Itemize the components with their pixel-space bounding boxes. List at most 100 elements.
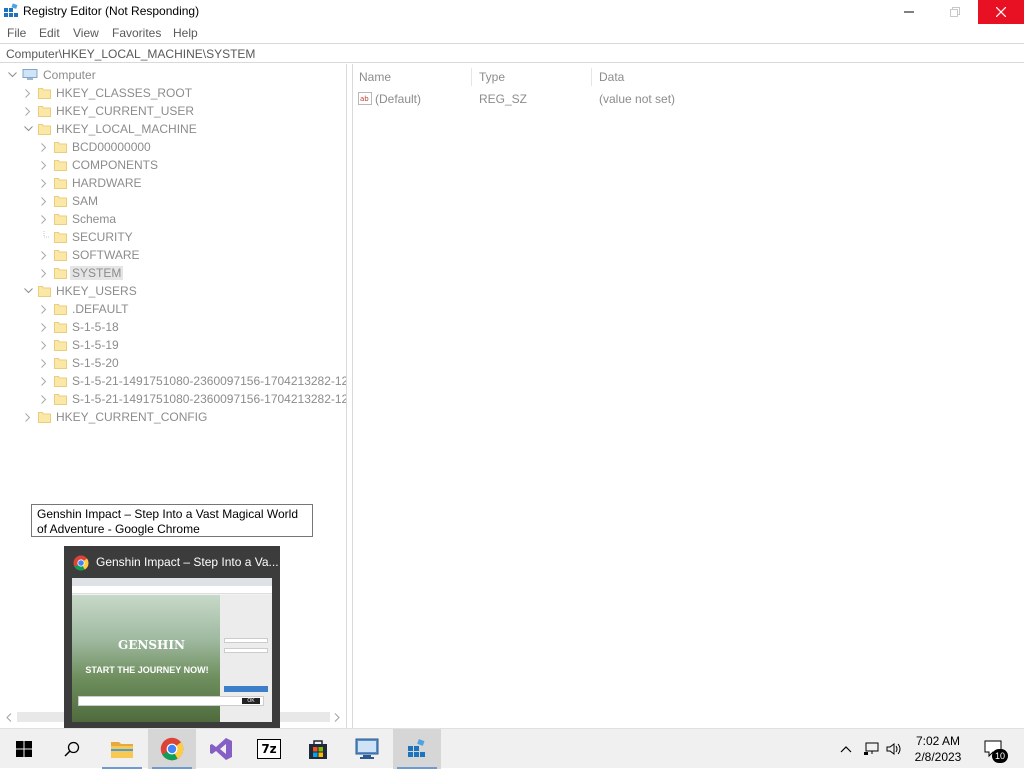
tree-item-label: HKEY_USERS [56,284,137,298]
taskbar-regedit[interactable] [393,729,441,769]
taskbar-tooltip: Genshin Impact – Step Into a Vast Magica… [31,504,313,537]
tree-item[interactable]: HKEY_CURRENT_CONFIG [22,408,207,426]
tree-item[interactable]: .DEFAULT [38,300,128,318]
column-header-type[interactable]: Type [479,70,505,84]
tree-item[interactable]: COMPONENTS [38,156,158,174]
thumbnail-title: Genshin Impact – Step Into a Va... [96,555,279,569]
chevron-right-icon[interactable] [38,195,50,207]
tree-item-label: SYSTEM [70,266,124,280]
folder-icon [111,742,133,758]
tree-item[interactable]: S-1-5-18 [38,318,119,336]
taskbar-chrome[interactable] [148,729,196,769]
chevron-down-icon[interactable] [6,69,18,81]
menu-edit[interactable]: Edit [39,26,60,40]
title-bar[interactable]: Registry Editor (Not Responding) [0,0,1024,24]
tree-root-computer[interactable]: Computer [6,66,96,84]
show-hidden-icons-button[interactable] [836,729,856,769]
folder-icon [54,304,67,315]
minimize-button[interactable] [886,0,932,24]
chevron-right-icon[interactable] [38,339,50,351]
notification-count: 10 [992,749,1008,763]
string-value-icon: ab [358,92,372,105]
chrome-icon [160,737,184,761]
chevron-right-icon[interactable] [38,141,50,153]
chevron-right-icon[interactable] [38,303,50,315]
minimize-icon [904,11,914,13]
volume-tray-icon[interactable] [884,729,904,769]
tree-item[interactable]: HKEY_USERS [22,282,137,300]
chevron-right-icon[interactable] [38,159,50,171]
taskbar-7zip[interactable]: 7z [245,729,293,769]
close-button[interactable] [978,0,1024,24]
column-header-name[interactable]: Name [359,70,391,84]
tree-item[interactable]: S-1-5-19 [38,336,119,354]
folder-icon [38,88,51,99]
tree-item-label: Schema [72,212,117,226]
scroll-right-icon[interactable] [334,713,340,722]
taskbar-remote-desktop[interactable] [343,729,391,769]
tree-item[interactable]: SOFTWARE [38,246,140,264]
taskbar-file-explorer[interactable] [98,729,146,769]
regedit-icon [4,3,18,17]
address-path[interactable]: Computer\HKEY_LOCAL_MACHINE\SYSTEM [6,47,255,61]
column-divider[interactable] [591,68,592,86]
search-icon [64,741,80,757]
menu-bar: File Edit View Favorites Help [0,24,1024,43]
chevron-right-icon[interactable] [38,177,50,189]
system-clock[interactable]: 7:02 AM 2/8/2023 [905,733,971,765]
folder-icon [54,250,67,261]
action-center-button[interactable]: 10 [980,729,1008,769]
tree-item[interactable]: S-1-5-21-1491751080-2360097156-170421328… [38,372,346,390]
column-header-data[interactable]: Data [599,70,624,84]
values-pane[interactable]: Name Type Data ab (Default) REG_SZ (valu… [352,64,1024,728]
regedit-icon [408,739,425,757]
folder-icon [54,178,67,189]
start-button[interactable] [0,729,48,769]
chevron-right-icon[interactable] [38,357,50,369]
tree-item[interactable]: SAM [38,192,98,210]
chevron-right-icon[interactable] [22,105,34,117]
tree-item[interactable]: S-1-5-20 [38,354,119,372]
chevron-right-icon[interactable] [38,213,50,225]
chevron-right-icon[interactable] [38,375,50,387]
chevron-right-icon[interactable] [22,87,34,99]
tree-item[interactable]: BCD00000000 [38,138,151,156]
tree-item[interactable]: SECURITY [38,228,133,246]
chevron-right-icon[interactable] [38,393,50,405]
chevron-right-icon[interactable] [38,267,50,279]
folder-icon [38,412,51,423]
taskbar-visual-studio[interactable] [197,729,245,769]
address-bar[interactable]: Computer\HKEY_LOCAL_MACHINE\SYSTEM [0,43,1024,63]
chevron-down-icon[interactable] [22,123,34,135]
tree-item-label: COMPONENTS [72,158,159,172]
scroll-left-icon[interactable] [6,713,12,722]
folder-icon [54,376,67,387]
tree-item[interactable]: HKEY_CURRENT_USER [22,102,194,120]
search-button[interactable] [48,729,96,769]
tree-item[interactable]: SYSTEM [38,264,124,282]
clock-time: 7:02 AM [915,734,961,748]
taskbar-thumbnail-preview[interactable]: Genshin Impact – Step Into a Va... GENSH… [64,546,280,728]
taskbar-store[interactable] [294,729,342,769]
preview-ok-button: OK [242,698,260,704]
folder-icon [54,322,67,333]
network-tray-icon[interactable] [860,729,882,769]
tree-item[interactable]: HKEY_CLASSES_ROOT [22,84,192,102]
window-title: Registry Editor (Not Responding) [23,4,200,18]
value-name: (Default) [375,92,422,106]
chevron-down-icon[interactable] [22,285,34,297]
menu-help[interactable]: Help [173,26,198,40]
folder-icon [54,214,67,225]
maximize-button[interactable] [932,0,978,24]
chevron-right-icon[interactable] [38,249,50,261]
tree-item[interactable]: HARDWARE [38,174,142,192]
tree-item[interactable]: Schema [38,210,116,228]
menu-view[interactable]: View [73,26,99,40]
menu-favorites[interactable]: Favorites [112,26,161,40]
column-divider[interactable] [471,68,472,86]
menu-file[interactable]: File [7,26,26,40]
chevron-right-icon[interactable] [38,321,50,333]
chevron-right-icon[interactable] [22,411,34,423]
tree-item[interactable]: HKEY_LOCAL_MACHINE [22,120,197,138]
tree-item[interactable]: S-1-5-21-1491751080-2360097156-170421328… [38,390,346,408]
